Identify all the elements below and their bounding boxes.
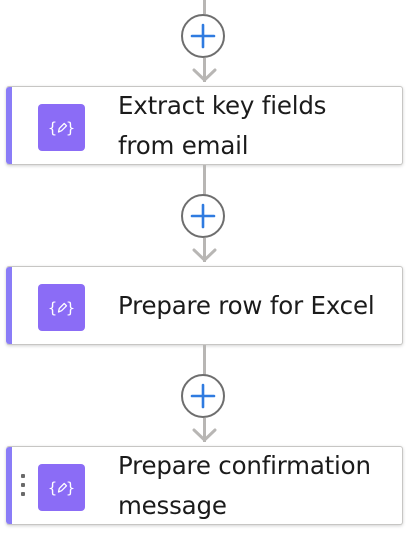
card-accent-bar	[6, 267, 12, 344]
card-accent-bar	[6, 87, 12, 164]
flow-canvas: { } Extract key fields from email { } Pr…	[0, 0, 412, 540]
compose-braces-pencil-icon: { }	[48, 119, 75, 137]
action-card[interactable]: { } Prepare row for Excel	[6, 266, 403, 345]
compose-braces-pencil-icon: { }	[48, 479, 75, 497]
plus-icon	[190, 203, 216, 229]
step-title: Prepare confirmation message	[118, 450, 371, 520]
step-title: Prepare row for Excel	[118, 290, 375, 320]
arrow-down-icon	[192, 68, 217, 82]
connector-line	[203, 345, 206, 375]
add-step-button[interactable]	[181, 14, 225, 58]
svg-text:{ }: { }	[48, 299, 75, 317]
add-step-button[interactable]	[181, 374, 225, 418]
connector-line	[203, 0, 206, 14]
card-accent-bar	[6, 447, 12, 524]
action-card[interactable]: { } Prepare confirmation message	[6, 446, 403, 525]
svg-text:{ }: { }	[48, 479, 75, 497]
compose-action-icon: { }	[38, 104, 85, 151]
step-title: Extract key fields from email	[118, 90, 327, 160]
action-card[interactable]: { } Extract key fields from email	[6, 86, 403, 165]
arrow-down-icon	[192, 428, 217, 442]
svg-text:{ }: { }	[48, 119, 75, 137]
add-step-button[interactable]	[181, 194, 225, 238]
arrow-down-icon	[192, 248, 217, 262]
drag-handle-icon[interactable]	[20, 474, 26, 502]
plus-icon	[190, 23, 216, 49]
plus-icon	[190, 383, 216, 409]
compose-action-icon: { }	[38, 284, 85, 331]
connector-line	[203, 165, 206, 195]
compose-braces-pencil-icon: { }	[48, 299, 75, 317]
compose-action-icon: { }	[38, 464, 85, 511]
